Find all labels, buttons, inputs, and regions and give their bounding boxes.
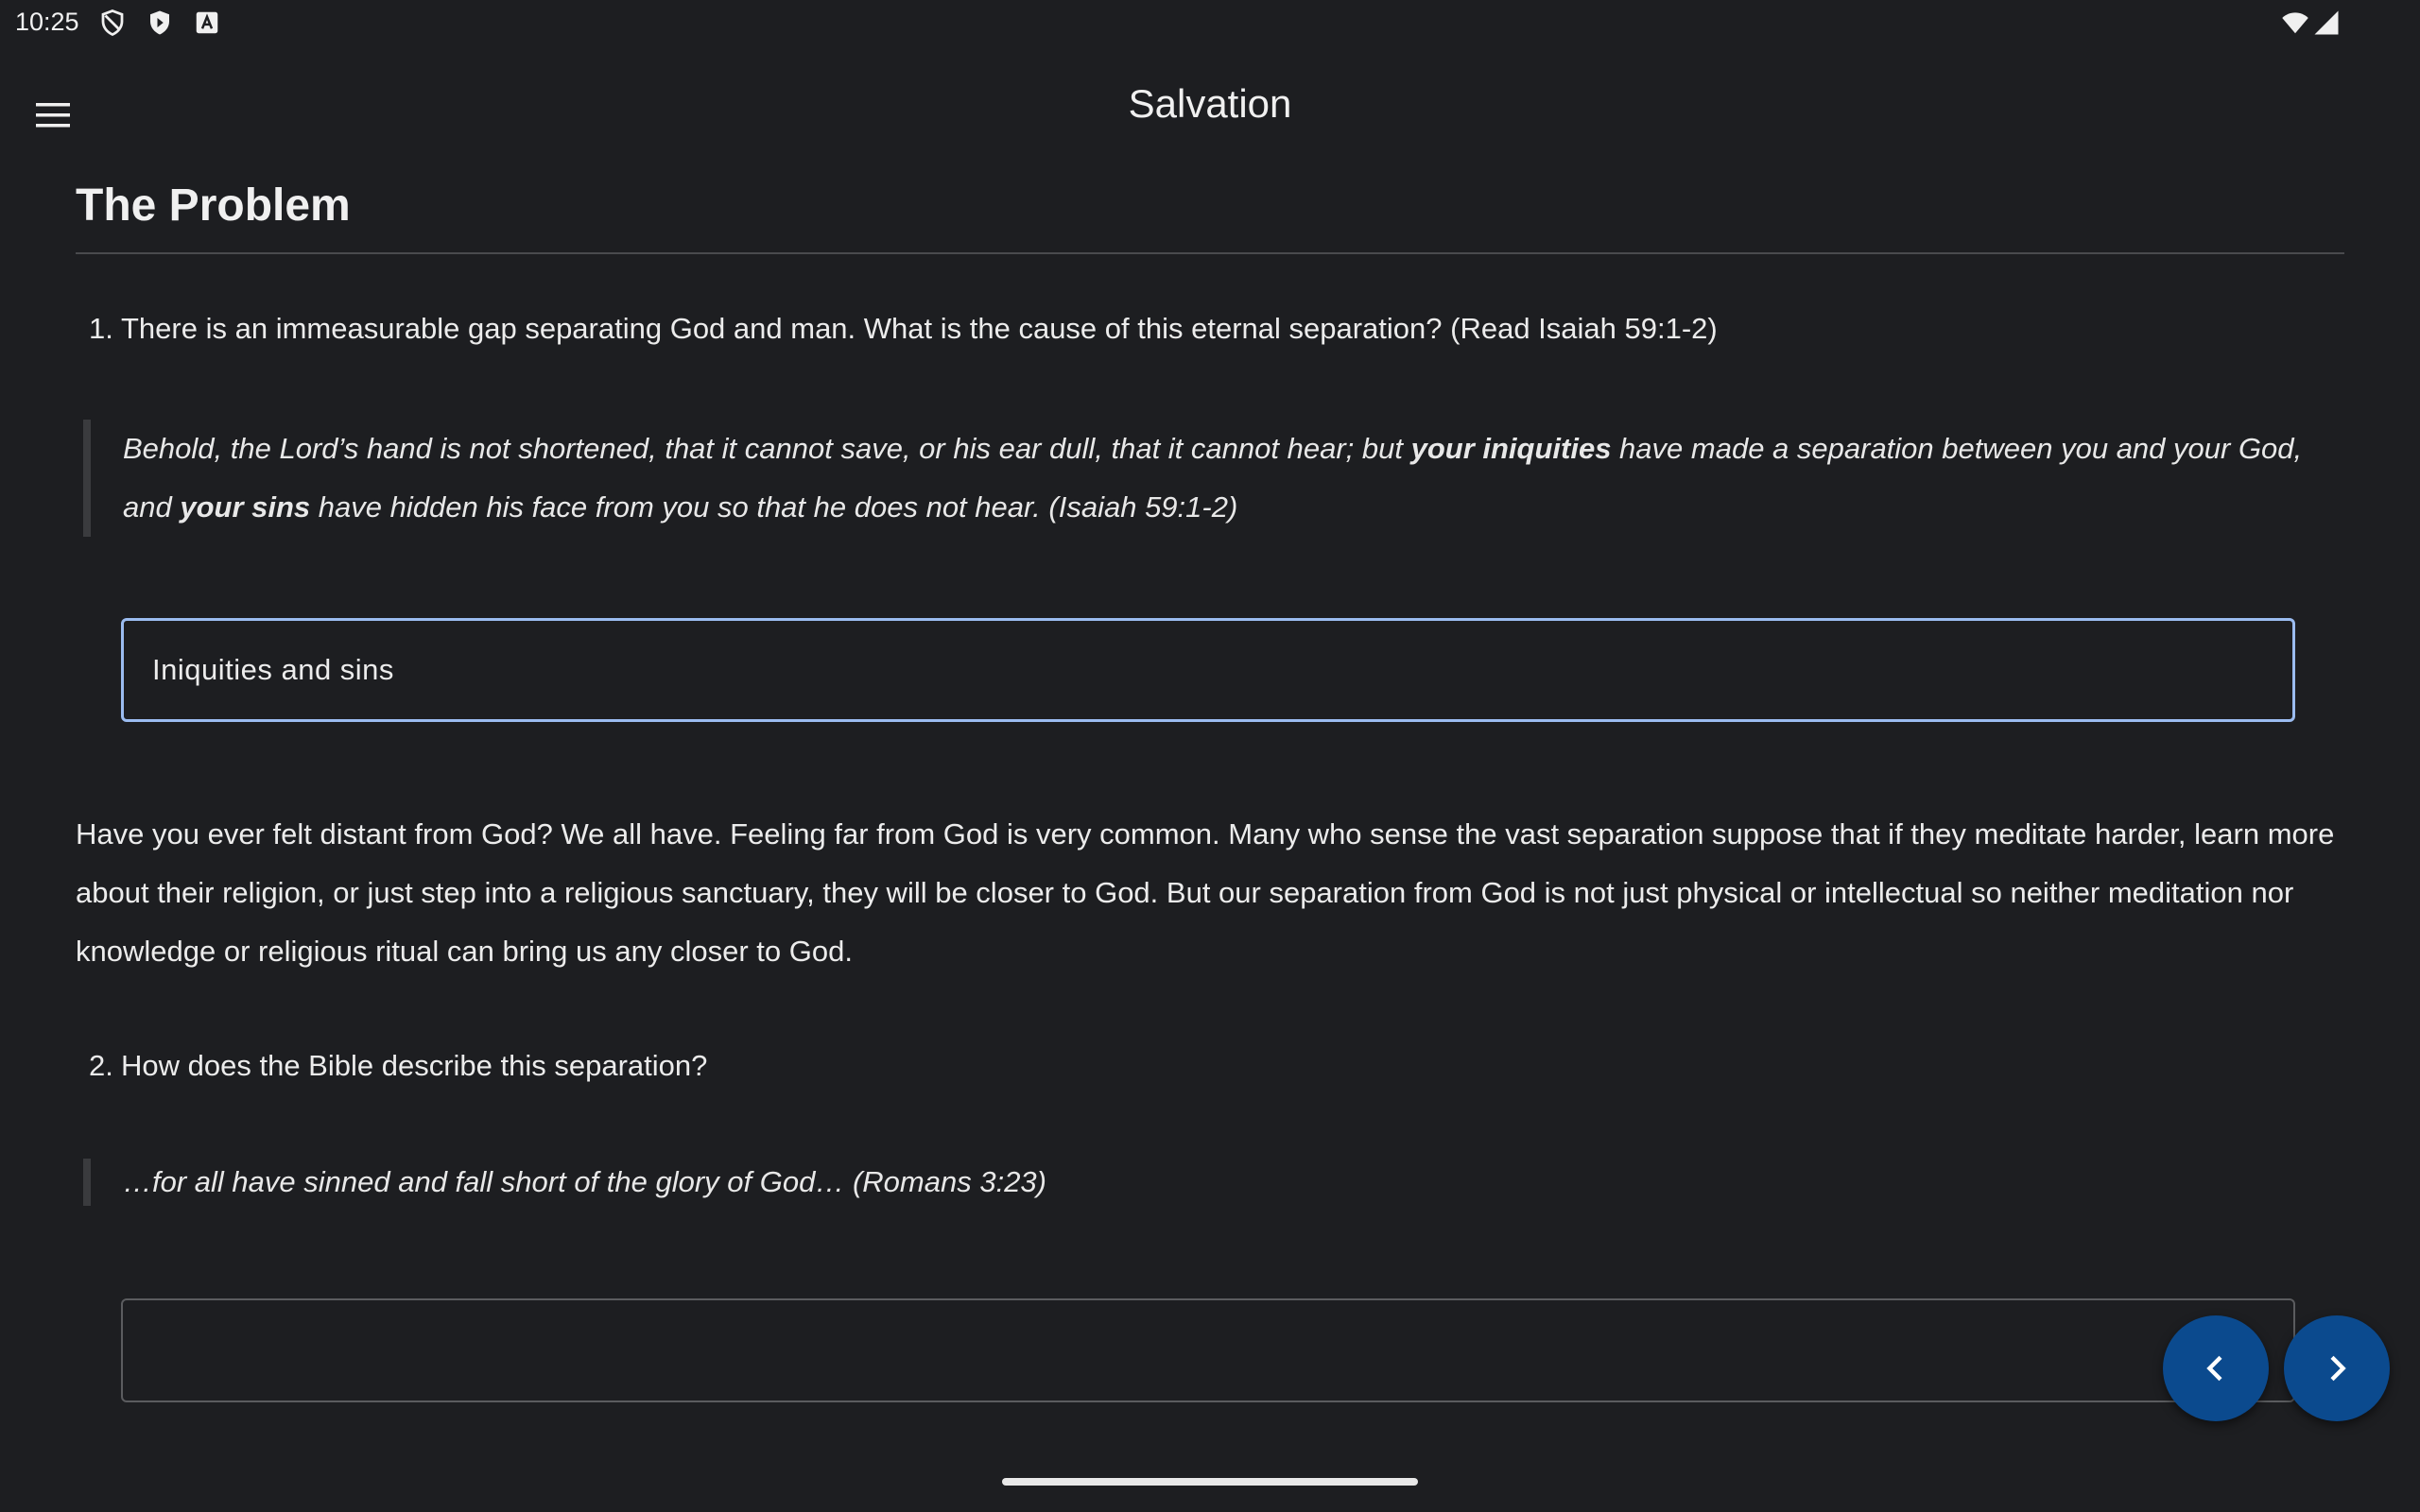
section-heading: The Problem xyxy=(76,180,2344,254)
body-paragraph: Have you ever felt distant from God? We … xyxy=(76,817,2335,968)
next-page-button[interactable] xyxy=(2284,1315,2390,1421)
quote-text: Behold, the Lord’s hand is not shortened… xyxy=(123,432,1411,465)
question-1: 1. There is an immeasurable gap separatin… xyxy=(89,312,1718,346)
a-box-icon xyxy=(193,9,221,37)
answer-field-2[interactable] xyxy=(121,1298,2295,1402)
shield-outline-icon xyxy=(98,9,127,37)
question-number: 1. xyxy=(89,312,113,345)
chevron-left-icon xyxy=(2206,1355,2222,1382)
lesson-content: The Problem 1. There is an immeasurable g… xyxy=(76,163,2344,1402)
app-title: Salvation xyxy=(1128,81,1292,126)
app-bar: Salvation xyxy=(0,47,2420,163)
quote-text: …for all have sinned and fall short of t… xyxy=(123,1165,1046,1198)
quote-emphasis: your iniquities xyxy=(1410,432,1612,465)
status-bar: 10:25 xyxy=(0,0,2420,47)
chevron-right-icon xyxy=(2330,1355,2346,1382)
play-shield-icon xyxy=(146,9,174,37)
question-text: How does the Bible describe this separat… xyxy=(121,1049,708,1082)
quote-emphasis: your sins xyxy=(180,490,311,524)
answer-field-1[interactable] xyxy=(121,618,2295,722)
scripture-quote-1: Behold, the Lord’s hand is not shortened… xyxy=(83,420,2344,537)
question-text: There is an immeasurable gap separating … xyxy=(121,312,1718,345)
previous-page-button[interactable] xyxy=(2163,1315,2269,1421)
question-2: 2. How does the Bible describe this separ… xyxy=(89,1049,707,1083)
scripture-quote-2: …for all have sinned and fall short of t… xyxy=(83,1159,2344,1206)
status-time: 10:25 xyxy=(15,8,79,36)
question-number: 2. xyxy=(89,1049,113,1082)
quote-text: have hidden his face from you so that he… xyxy=(310,490,1238,524)
home-indicator[interactable] xyxy=(1002,1478,1418,1486)
wifi-icon xyxy=(2278,9,2312,37)
cellular-signal-icon xyxy=(2312,9,2341,37)
